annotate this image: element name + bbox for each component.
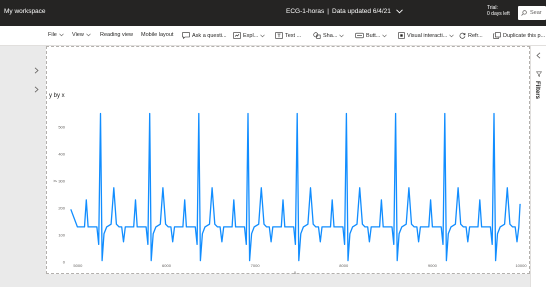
line-chart[interactable]: 0 100 200 300 400 500 5000 6000 7000 8000 9000 1000… bbox=[0, 0, 546, 287]
x-tick-label: 8000 bbox=[339, 263, 349, 268]
x-tick-label: 5000 bbox=[73, 263, 83, 268]
y-tick-label: 100 bbox=[58, 233, 65, 238]
y-tick-label: 0 bbox=[63, 260, 66, 265]
x-tick-label: 9000 bbox=[428, 263, 438, 268]
y-tick-label: 400 bbox=[58, 152, 65, 157]
x-tick-label: 7000 bbox=[251, 263, 261, 268]
filters-pane[interactable]: Filters bbox=[530, 46, 546, 287]
y-tick-label: 200 bbox=[58, 206, 65, 211]
x-axis-title: x bbox=[294, 270, 297, 275]
x-tick-label: 6000 bbox=[162, 263, 172, 268]
filters-label: Filters bbox=[534, 81, 540, 100]
chevron-left-icon[interactable] bbox=[536, 52, 541, 59]
x-tick-label: 10000 bbox=[515, 263, 527, 268]
y-tick-label: 300 bbox=[58, 179, 65, 184]
y-axis-title: y bbox=[52, 179, 57, 182]
series-line-y[interactable] bbox=[70, 112, 521, 262]
y-tick-label: 500 bbox=[58, 125, 65, 130]
filter-icon bbox=[536, 71, 542, 77]
